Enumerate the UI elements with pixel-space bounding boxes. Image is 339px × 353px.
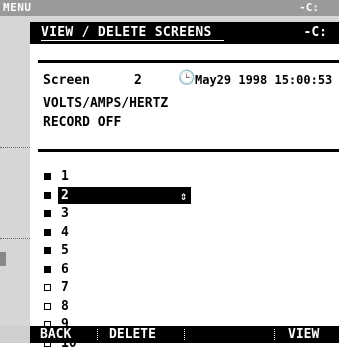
list-item[interactable]: 8 — [44, 298, 204, 317]
list-item[interactable]: 4 — [44, 224, 204, 243]
list-item[interactable]: 3 — [44, 205, 204, 224]
background-edge-tab — [0, 252, 6, 266]
power-plug-icon: -C: — [304, 22, 327, 44]
record-status: RECORD OFF — [43, 115, 121, 130]
screen-number: 2 — [61, 187, 69, 205]
filled-square-icon — [44, 192, 51, 199]
list-item[interactable]: 1 — [44, 168, 204, 187]
background-menu-title: MENU — [3, 0, 32, 16]
screen-number: 1 — [61, 168, 69, 186]
screen-number: 3 — [61, 205, 69, 223]
screen-number: 4 — [61, 224, 69, 242]
divider — [0, 238, 30, 239]
title-underline — [41, 40, 224, 41]
measurement-mode: VOLTS/AMPS/HERTZ — [43, 96, 168, 111]
screen-datetime: May29 1998 15:00:53 — [195, 73, 332, 87]
list-item-selected[interactable]: 2 ⇕ — [44, 187, 204, 206]
delete-softkey[interactable]: DELETE — [109, 326, 156, 343]
softkey-bar: BACK DELETE VIEW — [30, 326, 339, 343]
clock-icon: 🕒 — [178, 70, 195, 86]
selection-highlight — [58, 187, 191, 204]
filled-square-icon — [44, 229, 51, 236]
back-softkey[interactable]: BACK — [40, 326, 71, 343]
filled-square-icon — [44, 266, 51, 273]
divider — [97, 329, 98, 340]
view-delete-screens-dialog: VIEW / DELETE SCREENS -C: Screen 2 🕒 May… — [30, 22, 339, 326]
dialog-title-bar: VIEW / DELETE SCREENS -C: — [30, 22, 339, 44]
empty-square-icon — [44, 303, 51, 310]
divider — [0, 147, 30, 148]
empty-square-icon — [44, 284, 51, 291]
power-plug-icon: -C: — [299, 0, 319, 16]
screen-number: 6 — [61, 261, 69, 279]
filled-square-icon — [44, 210, 51, 217]
divider — [184, 329, 185, 340]
view-softkey[interactable]: VIEW — [288, 326, 319, 343]
screen-label: Screen — [43, 73, 90, 88]
screen-number: 2 — [134, 73, 142, 88]
list-item[interactable]: 5 — [44, 242, 204, 261]
screen-number: 7 — [61, 279, 69, 297]
up-down-arrows-icon[interactable]: ⇕ — [180, 187, 187, 205]
filled-square-icon — [44, 173, 51, 180]
screen-number: 8 — [61, 298, 69, 316]
list-item[interactable]: 6 — [44, 261, 204, 280]
background-title-bar: MENU -C: — [0, 0, 339, 16]
list-item[interactable]: 7 — [44, 279, 204, 298]
screen-info-box: Screen 2 🕒 May29 1998 15:00:53 VOLTS/AMP… — [38, 60, 339, 152]
divider — [274, 329, 275, 340]
filled-square-icon — [44, 247, 51, 254]
screen-number: 5 — [61, 242, 69, 260]
